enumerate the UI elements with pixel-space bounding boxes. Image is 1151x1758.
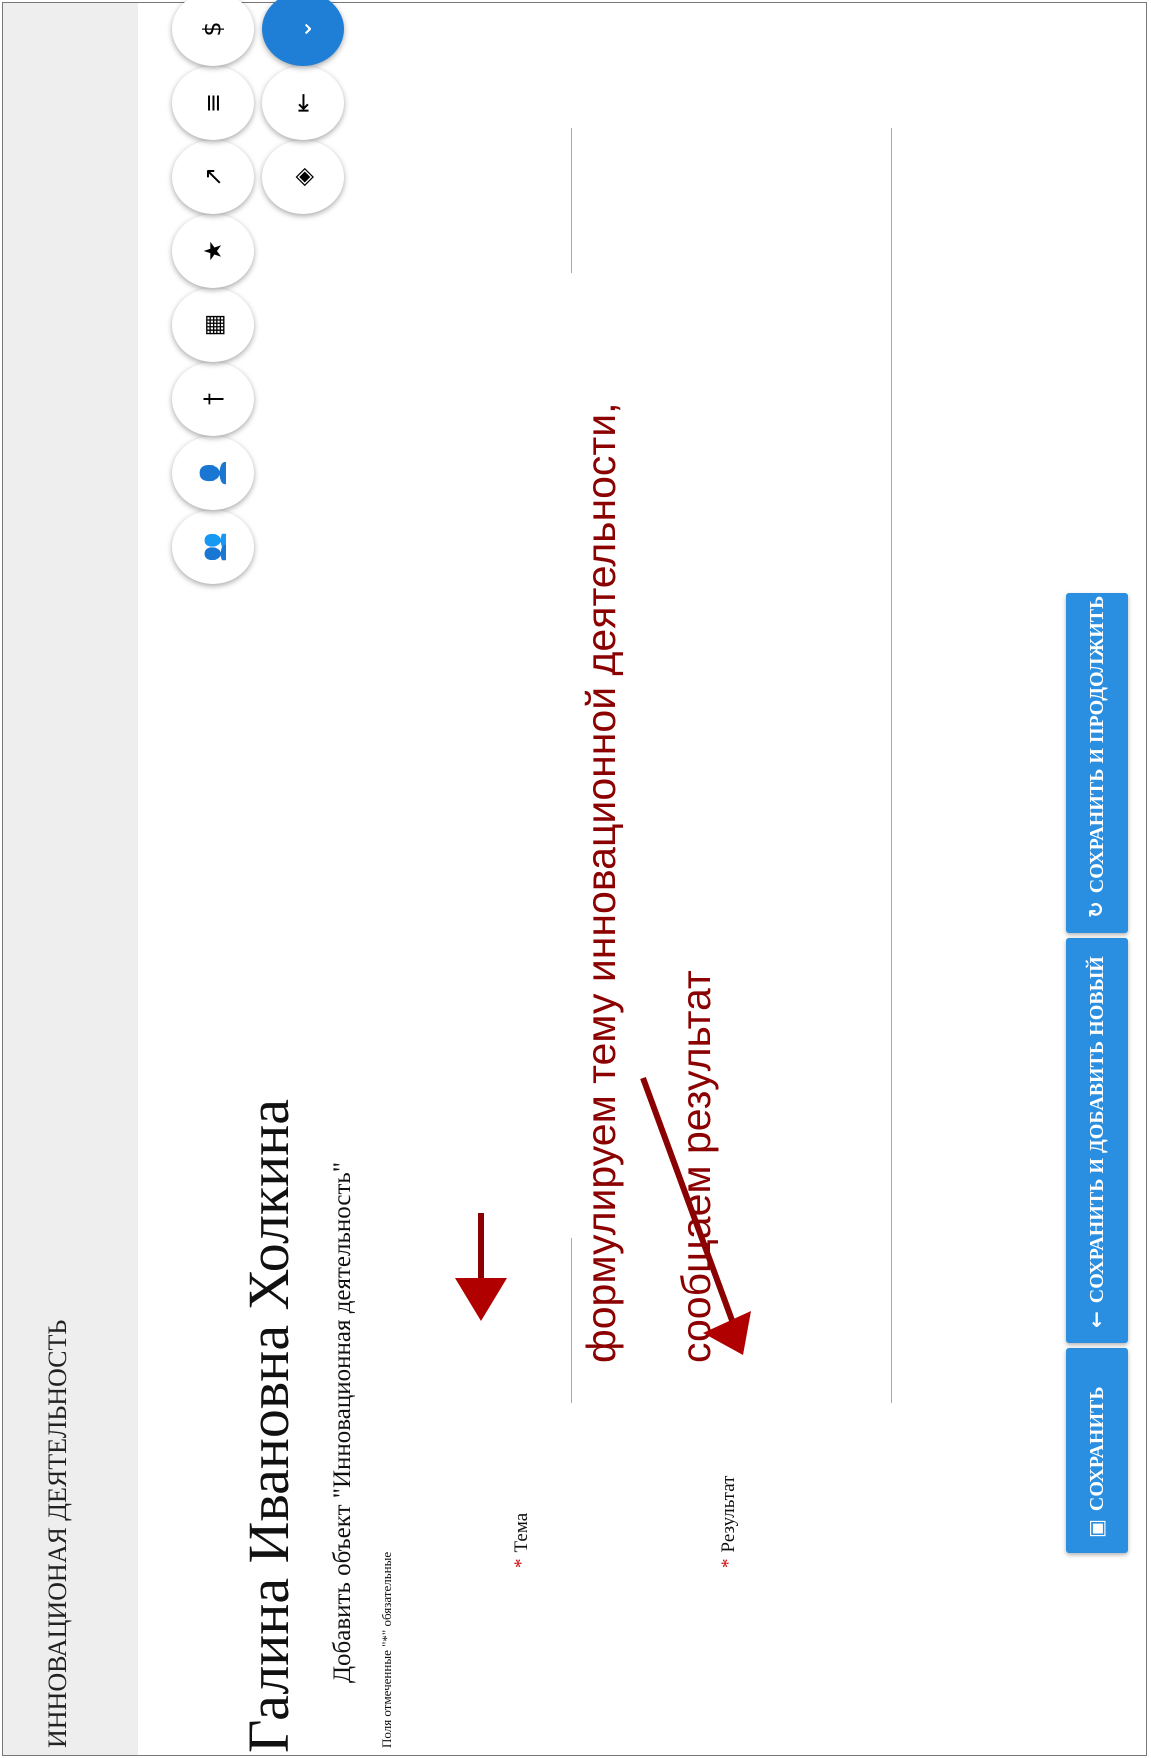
person-icon[interactable]: 👤 <box>172 436 254 510</box>
page-frame: ИННОВАЦИОНАЯ ДЕЯТЕЛЬНОСТЬ Галина Ивановн… <box>2 0 1147 1756</box>
save-and-continue-button[interactable]: ↻ СОХРАНИТЬ И ПРОДОЛЖИТЬ <box>1066 593 1128 933</box>
save-add-new-label: СОХРАНИТЬ И ДОБАВИТЬ НОВЫЙ <box>1086 956 1108 1304</box>
floppy-icon: ▣ <box>1084 1519 1108 1538</box>
star-icon[interactable]: ★ <box>172 214 254 288</box>
arrow-result-shaft <box>640 1076 736 1325</box>
pin-icon[interactable]: † <box>172 362 254 436</box>
save-button-label: СОХРАНИТЬ <box>1086 1386 1108 1512</box>
save-continue-label: СОХРАНИТЬ И ПРОДОЛЖИТЬ <box>1086 595 1108 894</box>
arrow-result-head <box>703 1311 751 1355</box>
save-button[interactable]: ▣ СОХРАНИТЬ <box>1066 1348 1128 1553</box>
arrow-left-icon: ← <box>1084 1311 1108 1328</box>
outdent-icon[interactable]: ⇤ <box>262 66 344 140</box>
save-and-add-new-button[interactable]: ← СОХРАНИТЬ И ДОБАВИТЬ НОВЫЙ <box>1066 938 1128 1343</box>
chart-icon[interactable]: ↗ <box>172 140 254 214</box>
calendar-icon[interactable]: ▦ <box>172 288 254 362</box>
chevron-down-icon: ⌄ <box>288 18 317 40</box>
arrow-tema-head <box>455 1278 507 1321</box>
refresh-icon: ↻ <box>1084 901 1108 918</box>
list-icon[interactable]: ≡ <box>172 66 254 140</box>
users-icon[interactable]: 👥 <box>172 510 254 584</box>
box-icon[interactable]: ◈ <box>262 140 344 214</box>
